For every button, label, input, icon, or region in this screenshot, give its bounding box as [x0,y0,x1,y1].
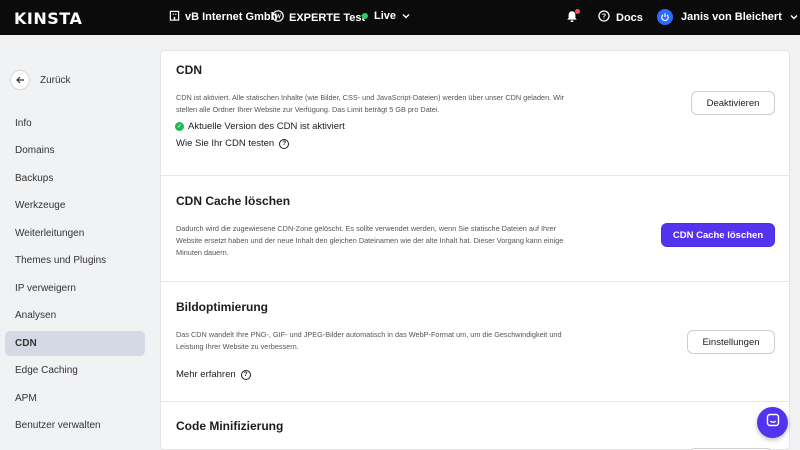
cache-section-title: CDN Cache löschen [176,194,291,208]
live-status-dot [362,13,368,19]
cache-section-description: Dadurch wird die zugewiesene CDN-Zone ge… [176,224,564,257]
check-circle-icon: ✓ [175,122,184,131]
cdn-section-description: CDN ist aktiviert. Alle statischen Inhal… [176,93,565,114]
image-settings-button[interactable]: Einstellungen [687,330,775,354]
top-navigation-bar: KINSTA vB Internet Gmbh W EXPERTE Test L… [0,0,800,35]
help-circle-icon: ? [240,369,251,380]
building-icon [169,10,180,24]
sidebar-item-edge-caching[interactable]: Edge Caching [5,358,145,383]
kinsta-logo[interactable]: KINSTA [14,9,82,28]
company-selector[interactable]: vB Internet Gmbh [169,10,277,24]
back-link[interactable]: Zurück [10,70,71,90]
cdn-status-text: Aktuelle Version des CDN ist aktiviert [188,121,345,132]
svg-text:W: W [275,13,282,21]
user-name: Janis von Bleichert [681,11,782,23]
chat-icon [766,413,780,432]
user-menu[interactable]: Janis von Bleichert [657,9,798,25]
image-optimization-description: Das CDN wandelt Ihre PNG-, GIF- und JPEG… [176,330,562,351]
sidebar-item-benutzer-verwalten[interactable]: Benutzer verwalten [5,413,145,438]
site-name: EXPERTE Test [289,11,366,24]
notification-badge [575,9,580,14]
cdn-section-title: CDN [176,63,202,77]
chevron-down-icon [402,10,410,22]
cdn-test-link[interactable]: Wie Sie Ihr CDN testen ? [176,138,290,149]
sidebar-item-weiterleitungen[interactable]: Weiterleitungen [5,221,145,246]
sidebar-item-werkzeuge[interactable]: Werkzeuge [5,193,145,218]
sidebar-item-domains[interactable]: Domains [5,138,145,163]
image-optimization-title: Bildoptimierung [176,300,268,314]
docs-link[interactable]: ? Docs [598,10,643,25]
user-avatar [657,9,673,25]
cdn-test-link-label: Wie Sie Ihr CDN testen [176,138,275,149]
sidebar-item-backups[interactable]: Backups [5,166,145,191]
company-name: vB Internet Gmbh [185,11,278,23]
sidebar-item-ip-verweigern[interactable]: IP verweigern [5,276,145,301]
docs-label: Docs [616,11,643,24]
site-selector[interactable]: W EXPERTE Test [272,10,365,25]
deactivate-cdn-button[interactable]: Deaktivieren [691,91,775,115]
sidebar-item-apm[interactable]: APM [5,386,145,411]
help-circle-icon: ? [598,10,610,25]
arrow-left-icon [10,70,30,90]
chat-widget-button[interactable] [757,407,788,438]
sidebar-item-themes-plugins[interactable]: Themes und Plugins [5,248,145,273]
help-circle-icon: ? [279,138,290,149]
cdn-status: ✓ Aktuelle Version des CDN ist aktiviert [175,121,345,132]
clear-cdn-cache-button[interactable]: CDN Cache löschen [661,223,775,247]
learn-more-link[interactable]: Mehr erfahren ? [176,369,251,380]
section-divider [161,401,789,402]
code-minification-title: Code Minifizierung [176,419,284,433]
environment-selector[interactable]: Live [362,10,410,22]
sidebar-item-analysen[interactable]: Analysen [5,303,145,328]
sidebar-item-info[interactable]: Info [5,111,145,136]
learn-more-label: Mehr erfahren [176,369,236,380]
chevron-down-icon [790,11,798,23]
wordpress-icon: W [272,10,284,25]
main-panel: CDN CDN ist aktiviert. Alle statischen I… [160,50,790,450]
sidebar-item-cdn[interactable]: CDN [5,331,145,356]
sidebar: Zurück Info Domains Backups Werkzeuge We… [0,35,160,450]
section-divider [161,175,789,176]
section-divider [161,281,789,282]
environment-label: Live [374,10,397,22]
back-label: Zurück [40,74,71,86]
svg-text:?: ? [602,14,606,21]
